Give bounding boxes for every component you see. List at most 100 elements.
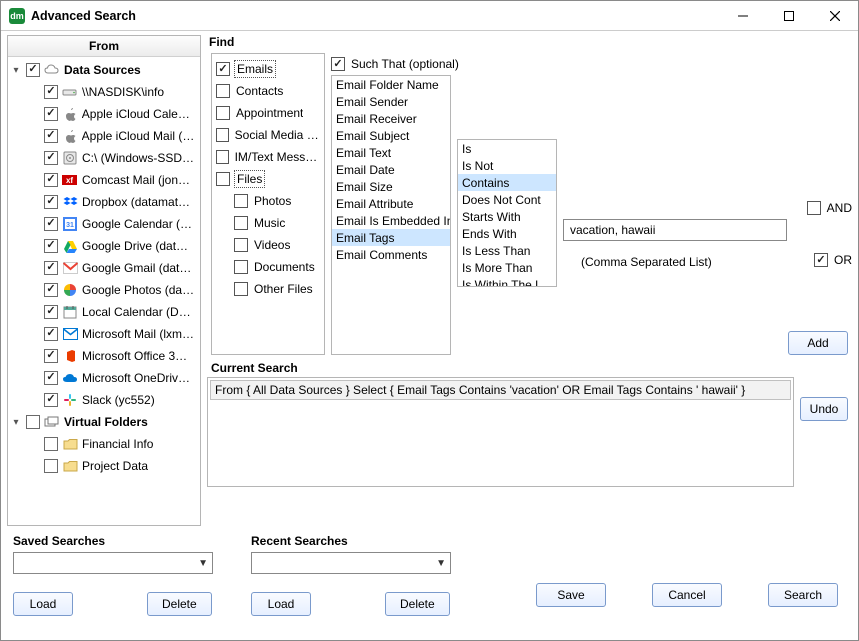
tree-source-item[interactable]: Google Gmail (dat…	[10, 257, 200, 279]
checkbox[interactable]	[234, 282, 248, 296]
tree-node-data-sources[interactable]: ▾ Data Sources	[10, 59, 200, 81]
recent-searches-combo[interactable]: ▼	[251, 552, 451, 574]
find-item-music[interactable]: Music	[216, 212, 320, 234]
attribute-list[interactable]: Email Folder NameEmail SenderEmail Recei…	[331, 75, 451, 355]
checkbox[interactable]	[234, 238, 248, 252]
checkbox[interactable]	[44, 195, 58, 209]
and-option[interactable]: AND	[807, 201, 852, 215]
attribute-option[interactable]: Email Subject	[332, 127, 450, 144]
find-item-contacts[interactable]: Contacts	[216, 80, 320, 102]
checkbox[interactable]	[814, 253, 828, 267]
current-search-box[interactable]: From { All Data Sources } Select { Email…	[207, 377, 794, 487]
operator-option[interactable]: Starts With	[458, 208, 556, 225]
find-item-files[interactable]: Files	[216, 168, 320, 190]
close-button[interactable]	[812, 1, 858, 30]
undo-button[interactable]: Undo	[800, 397, 848, 421]
checkbox[interactable]	[234, 194, 248, 208]
attribute-option[interactable]: Email Size	[332, 178, 450, 195]
cancel-button[interactable]: Cancel	[652, 583, 722, 607]
operator-option[interactable]: Ends With	[458, 225, 556, 242]
checkbox[interactable]	[44, 459, 58, 473]
tree-source-item[interactable]: Dropbox (datamat…	[10, 191, 200, 213]
checkbox[interactable]	[216, 172, 230, 186]
checkbox[interactable]	[234, 260, 248, 274]
recent-delete-button[interactable]: Delete	[385, 592, 450, 616]
checkbox[interactable]	[44, 239, 58, 253]
operator-option[interactable]: Is Less Than	[458, 242, 556, 259]
search-button[interactable]: Search	[768, 583, 838, 607]
saved-load-button[interactable]: Load	[13, 592, 73, 616]
attribute-option[interactable]: Email Text	[332, 144, 450, 161]
operator-option[interactable]: Does Not Cont	[458, 191, 556, 208]
attribute-option[interactable]: Email Receiver	[332, 110, 450, 127]
attribute-option[interactable]: Email Folder Name	[332, 76, 450, 93]
checkbox[interactable]	[216, 62, 230, 76]
tree-source-item[interactable]: Google Drive (dat…	[10, 235, 200, 257]
recent-load-button[interactable]: Load	[251, 592, 311, 616]
tree-source-item[interactable]: Local Calendar (D…	[10, 301, 200, 323]
checkbox[interactable]	[44, 107, 58, 121]
tree-source-item[interactable]: Slack (yc552)	[10, 389, 200, 411]
checkbox[interactable]	[44, 261, 58, 275]
saved-searches-combo[interactable]: ▼	[13, 552, 213, 574]
tree-source-item[interactable]: Microsoft Mail (lxm…	[10, 323, 200, 345]
operator-option[interactable]: Contains	[458, 174, 556, 191]
checkbox[interactable]	[26, 63, 40, 77]
tree-source-item[interactable]: Apple iCloud Calen…	[10, 103, 200, 125]
tree-node-virtual-folders[interactable]: ▾ Virtual Folders	[10, 411, 200, 433]
checkbox[interactable]	[44, 217, 58, 231]
attribute-option[interactable]: Email Tags	[332, 229, 450, 246]
checkbox[interactable]	[44, 371, 58, 385]
maximize-button[interactable]	[766, 1, 812, 30]
tree-source-item[interactable]: \\NASDISK\info	[10, 81, 200, 103]
checkbox[interactable]	[26, 415, 40, 429]
such-that-checkbox[interactable]	[331, 57, 345, 71]
find-item-other[interactable]: Other Files	[216, 278, 320, 300]
find-item-photos[interactable]: Photos	[216, 190, 320, 212]
minimize-button[interactable]	[720, 1, 766, 30]
from-tree-scroll[interactable]: ▾ Data Sources \\NASDISK\infoApple iClou…	[8, 57, 200, 525]
checkbox[interactable]	[216, 128, 229, 142]
checkbox[interactable]	[216, 150, 229, 164]
operator-list[interactable]: IsIs NotContainsDoes Not ContStarts With…	[457, 139, 557, 287]
operator-option[interactable]: Is Not	[458, 157, 556, 174]
find-item-documents[interactable]: Documents	[216, 256, 320, 278]
find-item-videos[interactable]: Videos	[216, 234, 320, 256]
saved-delete-button[interactable]: Delete	[147, 592, 212, 616]
operator-option[interactable]: Is	[458, 140, 556, 157]
tree-vfolder-item[interactable]: Project Data	[10, 455, 200, 477]
tree-vfolder-item[interactable]: Financial Info	[10, 433, 200, 455]
expander-icon[interactable]: ▾	[10, 65, 22, 76]
tree-source-item[interactable]: 31Google Calendar (…	[10, 213, 200, 235]
checkbox[interactable]	[44, 151, 58, 165]
tree-source-item[interactable]: Google Photos (da…	[10, 279, 200, 301]
tree-source-item[interactable]: xfComcast Mail (jon…	[10, 169, 200, 191]
attribute-option[interactable]: Email Sender	[332, 93, 450, 110]
find-item-social[interactable]: Social Media Post	[216, 124, 320, 146]
save-button[interactable]: Save	[536, 583, 606, 607]
find-item-appointments[interactable]: Appointment	[216, 102, 320, 124]
tree-source-item[interactable]: Microsoft Office 3…	[10, 345, 200, 367]
attribute-option[interactable]: Email Is Embedded In	[332, 212, 450, 229]
checkbox[interactable]	[234, 216, 248, 230]
attribute-option[interactable]: Email Comments	[332, 246, 450, 263]
tree-source-item[interactable]: C:\ (Windows-SSD…	[10, 147, 200, 169]
checkbox[interactable]	[216, 84, 230, 98]
or-option[interactable]: OR	[814, 253, 852, 267]
attribute-option[interactable]: Email Attribute	[332, 195, 450, 212]
operator-option[interactable]: Is Within The L	[458, 276, 556, 287]
checkbox[interactable]	[44, 437, 58, 451]
find-item-emails[interactable]: Emails	[216, 58, 320, 80]
checkbox[interactable]	[807, 201, 821, 215]
attribute-option[interactable]: Email Date	[332, 161, 450, 178]
checkbox[interactable]	[44, 173, 58, 187]
checkbox[interactable]	[44, 349, 58, 363]
expander-icon[interactable]: ▾	[10, 417, 22, 428]
checkbox[interactable]	[44, 85, 58, 99]
operator-option[interactable]: Is More Than	[458, 259, 556, 276]
checkbox[interactable]	[44, 327, 58, 341]
checkbox[interactable]	[44, 283, 58, 297]
find-item-im[interactable]: IM/Text Messages	[216, 146, 320, 168]
checkbox[interactable]	[44, 129, 58, 143]
checkbox[interactable]	[44, 393, 58, 407]
